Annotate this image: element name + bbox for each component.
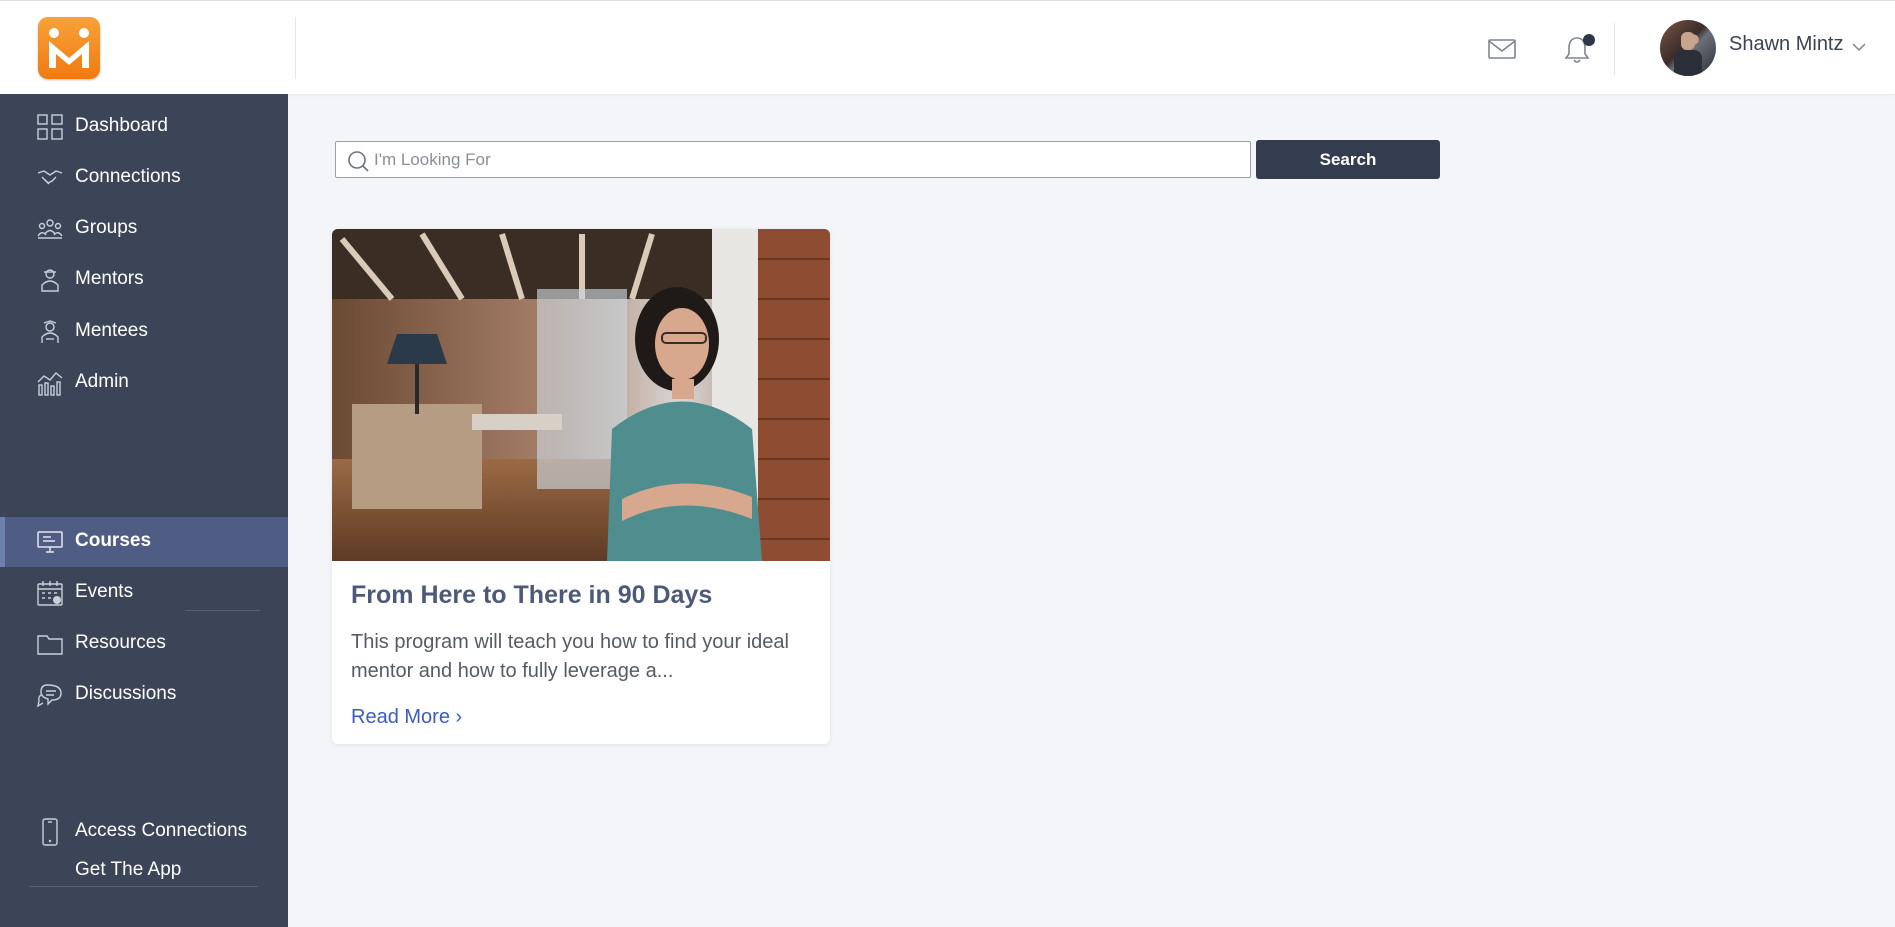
sidebar-item-dashboard[interactable]: Dashboard bbox=[0, 102, 288, 152]
notification-badge bbox=[1583, 34, 1595, 46]
chart-icon bbox=[37, 372, 63, 396]
read-more-link[interactable]: Read More › bbox=[351, 706, 462, 729]
sidebar-item-mentees[interactable]: Mentees bbox=[0, 307, 288, 357]
sidebar-item-groups[interactable]: Groups bbox=[0, 204, 288, 254]
course-description: This program will teach you how to find … bbox=[351, 631, 789, 682]
sidebar-item-label: Resources bbox=[75, 632, 166, 653]
chat-bubbles-icon bbox=[37, 684, 62, 708]
sidebar-item-resources[interactable]: Resources bbox=[0, 619, 288, 669]
dashboard-grid-icon bbox=[37, 114, 63, 140]
course-image[interactable] bbox=[332, 229, 830, 561]
sidebar-item-label: Events bbox=[75, 581, 134, 602]
avatar[interactable] bbox=[1660, 20, 1716, 76]
handshake-icon bbox=[37, 170, 63, 185]
group-icon bbox=[37, 219, 63, 239]
sidebar-item-mentors[interactable]: Mentors bbox=[0, 255, 288, 305]
sidebar-item-courses[interactable]: Courses bbox=[0, 517, 288, 567]
course-title[interactable]: From Here to There in 90 Days bbox=[351, 581, 712, 610]
search-field-wrapper bbox=[335, 141, 1251, 178]
envelope-icon[interactable] bbox=[1488, 38, 1516, 60]
header-divider bbox=[1614, 23, 1615, 75]
monitor-icon bbox=[37, 531, 63, 553]
access-connections-link[interactable]: Access Connections bbox=[75, 820, 247, 842]
sidebar-item-label: Groups bbox=[75, 217, 138, 238]
sidebar-item-label: Courses bbox=[75, 530, 152, 551]
search-icon bbox=[348, 151, 369, 172]
user-name[interactable]: Shawn Mintz bbox=[1729, 33, 1844, 56]
sidebar-divider bbox=[29, 886, 258, 887]
sidebar-item-label: Admin bbox=[75, 371, 129, 392]
mentor-icon bbox=[41, 269, 59, 292]
sidebar-item-label: Connections bbox=[75, 166, 181, 187]
m-logo-icon bbox=[38, 17, 100, 79]
sidebar: Dashboard Connections Groups Mentors Men… bbox=[0, 94, 288, 927]
mentee-icon bbox=[41, 320, 59, 343]
course-card[interactable]: From Here to There in 90 Days This progr… bbox=[332, 229, 830, 744]
sidebar-item-discussions[interactable]: Discussions bbox=[0, 670, 288, 720]
sidebar-item-label: Discussions bbox=[75, 683, 177, 704]
get-app-link[interactable]: Get The App bbox=[75, 859, 181, 881]
sidebar-item-connections[interactable]: Connections bbox=[0, 153, 288, 203]
phone-icon bbox=[42, 818, 58, 846]
header-divider bbox=[295, 17, 296, 79]
app-logo[interactable] bbox=[38, 17, 100, 79]
search-button[interactable]: Search bbox=[1256, 140, 1440, 179]
top-header: Shawn Mintz bbox=[0, 0, 1895, 94]
avatar-body bbox=[1674, 50, 1702, 76]
sidebar-item-admin[interactable]: Admin bbox=[0, 358, 288, 408]
search-input[interactable] bbox=[374, 146, 1234, 174]
calendar-icon bbox=[37, 581, 63, 606]
sidebar-item-label: Dashboard bbox=[75, 115, 168, 136]
sidebar-item-label: Mentors bbox=[75, 268, 144, 289]
folder-icon bbox=[37, 635, 63, 655]
chevron-down-icon[interactable] bbox=[1851, 41, 1867, 53]
sidebar-item-events[interactable]: Events bbox=[0, 568, 288, 618]
sidebar-item-label: Mentees bbox=[75, 320, 148, 341]
avatar-face bbox=[1681, 32, 1695, 50]
